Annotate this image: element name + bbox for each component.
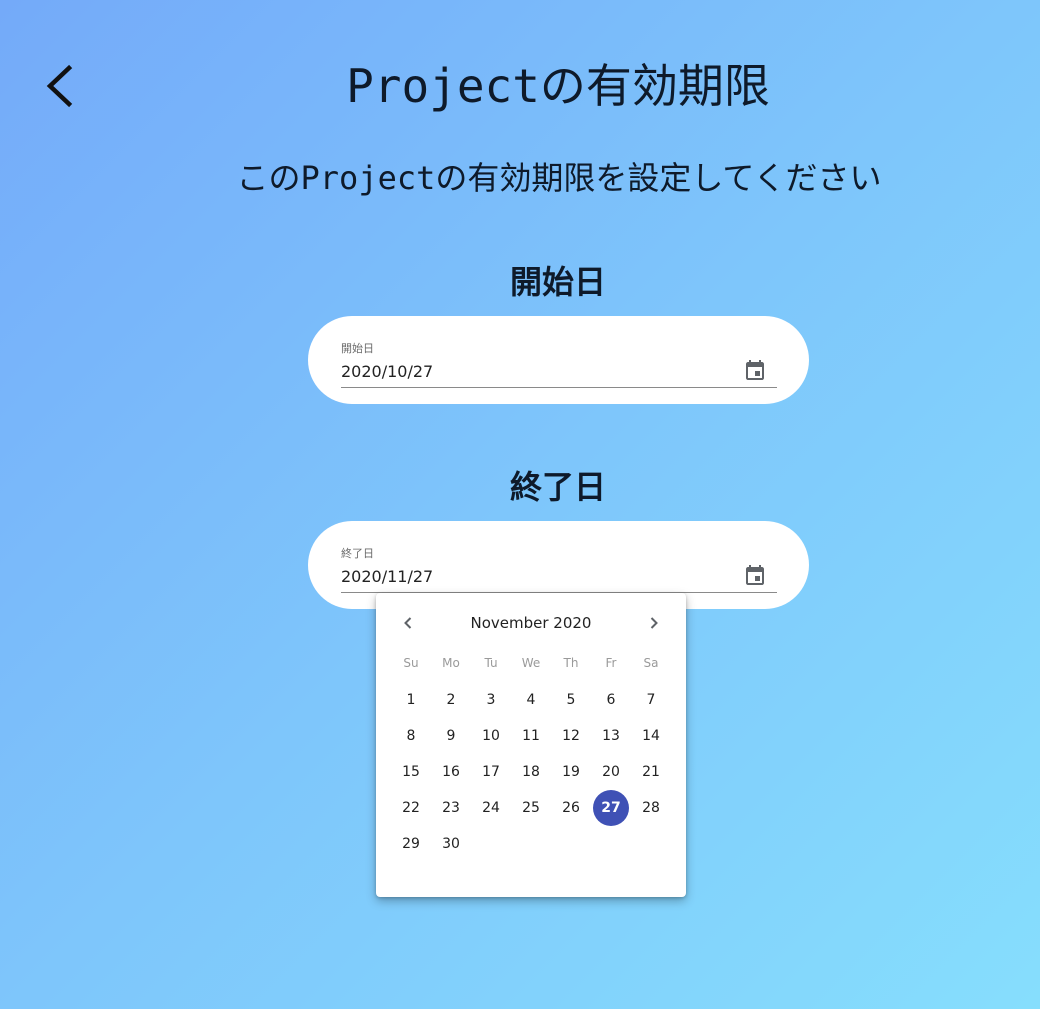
calendar-day[interactable]: 7 <box>633 682 669 718</box>
calendar-day[interactable]: 22 <box>393 790 429 826</box>
calendar-day[interactable]: 10 <box>473 718 509 754</box>
weekday-label: Tu <box>484 656 498 670</box>
calendar-day[interactable]: 6 <box>593 682 629 718</box>
calendar-day[interactable]: 29 <box>393 826 429 862</box>
calendar-day[interactable]: 4 <box>513 682 549 718</box>
calendar-day[interactable]: 16 <box>433 754 469 790</box>
calendar-day[interactable]: 1 <box>393 682 429 718</box>
calendar-day[interactable]: 3 <box>473 682 509 718</box>
start-date-heading: 開始日 <box>509 263 606 301</box>
calendar-day[interactable]: 14 <box>633 718 669 754</box>
start-date-input[interactable] <box>341 361 721 383</box>
calendar-day-selected[interactable]: 27 <box>593 790 629 826</box>
end-date-calendar-button[interactable] <box>743 563 767 587</box>
calendar-day[interactable]: 9 <box>433 718 469 754</box>
calendar-day[interactable]: 19 <box>553 754 589 790</box>
start-date-card: 開始日 <box>308 316 809 404</box>
calendar-day[interactable]: 13 <box>593 718 629 754</box>
date-picker-header: November 2020 <box>376 609 686 637</box>
calendar-day[interactable]: 8 <box>393 718 429 754</box>
calendar-day[interactable]: 28 <box>633 790 669 826</box>
calendar-day[interactable]: 17 <box>473 754 509 790</box>
calendar-day[interactable]: 26 <box>553 790 589 826</box>
calendar-day[interactable]: 23 <box>433 790 469 826</box>
calendar-day[interactable]: 12 <box>553 718 589 754</box>
calendar-day[interactable]: 25 <box>513 790 549 826</box>
end-date-input[interactable] <box>341 566 721 588</box>
weekday-label: We <box>521 656 541 670</box>
end-date-heading: 終了日 <box>509 468 606 506</box>
calendar-day[interactable]: 18 <box>513 754 549 790</box>
page-title: Projectの有効期限 <box>346 59 770 113</box>
month-year-label[interactable]: November 2020 <box>376 613 686 633</box>
start-date-field: 開始日 <box>341 338 777 388</box>
weekday-label: Mo <box>442 656 460 670</box>
next-month-button[interactable] <box>642 611 666 635</box>
end-date-field: 終了日 <box>341 543 777 593</box>
weekday-label: Sa <box>643 656 659 670</box>
date-picker-popup: November 2020 Su Mo Tu We Th Fr Sa 1 2 3 4 5 6 7 8 9 10… <box>376 593 686 897</box>
calendar-day[interactable]: 5 <box>553 682 589 718</box>
calendar-day[interactable]: 24 <box>473 790 509 826</box>
day-grid: 1 2 3 4 5 6 7 8 9 10 11 12 13 14 15 16 17 18 19 20 21 22 23 24 2… <box>391 682 671 862</box>
calendar-icon <box>746 565 764 585</box>
calendar-icon <box>746 360 764 380</box>
calendar-day[interactable]: 20 <box>593 754 629 790</box>
calendar-day[interactable]: 2 <box>433 682 469 718</box>
calendar-day[interactable]: 11 <box>513 718 549 754</box>
weekday-label: Fr <box>605 656 617 670</box>
end-date-field-label: 終了日 <box>341 547 374 560</box>
start-date-calendar-button[interactable] <box>743 358 767 382</box>
weekday-label: Th <box>563 656 579 670</box>
chevron-right-icon <box>650 617 658 629</box>
page-subtitle: このProjectの有効期限を設定してください <box>236 159 882 197</box>
calendar-day[interactable]: 21 <box>633 754 669 790</box>
weekday-label: Su <box>403 656 419 670</box>
weekday-header: Su Mo Tu We Th Fr Sa <box>391 653 671 673</box>
calendar-day[interactable]: 15 <box>393 754 429 790</box>
calendar-day[interactable]: 30 <box>433 826 469 862</box>
start-date-field-label: 開始日 <box>341 342 374 355</box>
